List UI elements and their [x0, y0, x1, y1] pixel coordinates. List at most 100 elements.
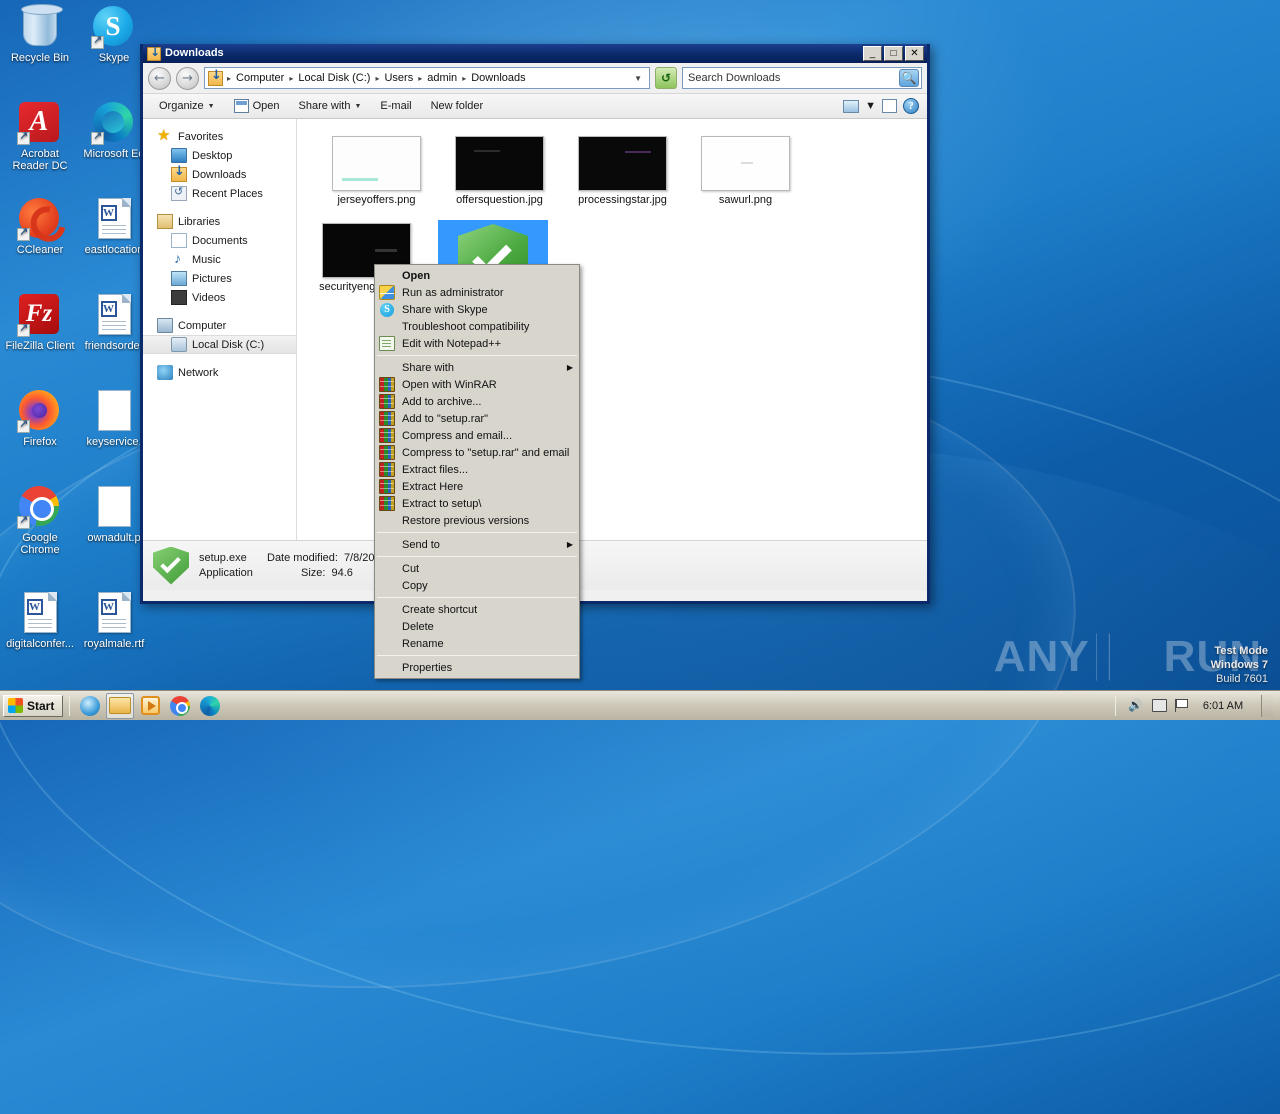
search-icon[interactable]: 🔍 — [899, 69, 919, 87]
context-menu-item-troubleshoot-compatibility[interactable]: Troubleshoot compatibility — [375, 318, 579, 335]
context-menu-item-edit-with-notepadpp[interactable]: Edit with Notepad++ — [375, 335, 579, 352]
command-bar-right: ▼ ? — [843, 98, 919, 114]
winrar-icon — [379, 411, 395, 426]
context-menu-item-extract-files[interactable]: Extract files... — [375, 461, 579, 478]
sidebar-item-network[interactable]: Network — [143, 363, 296, 382]
recent-places-icon — [171, 185, 187, 201]
context-menu-item-share-with[interactable]: Share with ▶ — [375, 359, 579, 376]
refresh-button[interactable]: ↺ — [655, 67, 677, 89]
taskbar-item-google-chrome[interactable] — [166, 693, 194, 719]
window-titlebar[interactable]: Downloads _ □ ✕ — [143, 44, 927, 63]
file-item-processingstar[interactable]: processingstar.jpg — [561, 133, 684, 206]
change-view-icon[interactable] — [843, 99, 860, 113]
context-menu-item-delete[interactable]: Delete — [375, 618, 579, 635]
acrobat-reader-icon: A — [17, 102, 61, 145]
desktop-icon-ccleaner[interactable]: CCleaner — [4, 198, 76, 256]
tray-clock[interactable]: 6:01 AM — [1197, 700, 1249, 712]
flag-icon[interactable] — [1175, 699, 1189, 712]
desktop-icon-acrobat-reader[interactable]: A Acrobat Reader DC — [4, 102, 76, 172]
maximize-button[interactable]: □ — [884, 46, 903, 61]
sidebar-item-recent-places[interactable]: Recent Places — [143, 184, 296, 203]
context-menu-item-send-to[interactable]: Send to ▶ — [375, 536, 579, 553]
sidebar-item-downloads[interactable]: Downloads — [143, 164, 296, 184]
network-icon[interactable] — [1152, 699, 1167, 712]
context-menu-item-label: Extract Here — [402, 480, 464, 493]
sidebar-item-music[interactable]: Music — [143, 250, 296, 269]
context-menu-item-compress-to-setup-rar-and-email[interactable]: Compress to "setup.rar" and email — [375, 444, 579, 461]
new-folder-button[interactable]: New folder — [423, 96, 492, 116]
breadcrumb-computer[interactable]: Computer — [233, 70, 287, 86]
thumbnail-wrap — [315, 133, 438, 191]
help-icon[interactable]: ? — [903, 98, 919, 114]
context-menu-item-label: Add to "setup.rar" — [402, 412, 489, 425]
context-menu-separator — [377, 597, 577, 598]
breadcrumb-separator: ▸ — [375, 73, 380, 83]
minimize-button[interactable]: _ — [863, 46, 882, 61]
taskbar-item-internet-explorer[interactable] — [76, 693, 104, 719]
address-dropdown-icon[interactable]: ▼ — [634, 74, 646, 83]
sidebar-item-videos[interactable]: Videos — [143, 288, 296, 307]
videos-icon — [171, 290, 187, 305]
breadcrumb-local-disk[interactable]: Local Disk (C:) — [295, 70, 373, 86]
show-desktop-button[interactable] — [1261, 694, 1273, 717]
forward-button[interactable]: → — [176, 66, 199, 90]
sidebar-item-libraries[interactable]: Libraries — [143, 212, 296, 231]
context-menu-item-extract-here[interactable]: Extract Here — [375, 478, 579, 495]
context-menu-item-share-with-skype[interactable]: S Share with Skype — [375, 301, 579, 318]
context-menu-item-extract-to-setup[interactable]: Extract to setup\ — [375, 495, 579, 512]
desktop-icon-filezilla[interactable]: Fz FileZilla Client — [4, 294, 76, 352]
organize-button[interactable]: Organize ▼ — [151, 96, 223, 116]
context-menu-item-restore-previous-versions[interactable]: Restore previous versions — [375, 512, 579, 529]
back-button[interactable]: ← — [148, 66, 171, 90]
taskbar-item-windows-explorer[interactable] — [106, 692, 135, 719]
breadcrumb-admin[interactable]: admin — [424, 70, 460, 86]
desktop-icon-recycle-bin[interactable]: Recycle Bin — [4, 4, 76, 64]
email-button[interactable]: E-mail — [372, 96, 419, 116]
context-menu-item-add-to-archive[interactable]: Add to archive... — [375, 393, 579, 410]
open-button[interactable]: Open — [226, 95, 288, 117]
context-menu-item-label: Open — [402, 269, 431, 282]
context-menu-item-compress-and-email[interactable]: Compress and email... — [375, 427, 579, 444]
windows-flag-icon — [8, 698, 23, 713]
context-menu-item-open[interactable]: Open — [375, 267, 579, 284]
start-button[interactable]: Start — [3, 694, 64, 717]
desktop-icon-google-chrome[interactable]: Google Chrome — [4, 486, 76, 556]
breadcrumb-users[interactable]: Users — [381, 70, 416, 86]
desktop-icon-firefox[interactable]: Firefox — [4, 390, 76, 448]
file-item-sawurl[interactable]: sawurl.png — [684, 133, 807, 206]
status-file-type: Application — [199, 567, 253, 579]
sidebar-item-desktop[interactable]: Desktop — [143, 146, 296, 165]
breadcrumb-downloads[interactable]: Downloads — [468, 70, 528, 86]
close-button[interactable]: ✕ — [905, 46, 924, 61]
preview-pane-icon[interactable] — [882, 99, 897, 113]
context-menu-item-properties[interactable]: Properties — [375, 659, 579, 676]
address-bar[interactable]: ▸ Computer ▸ Local Disk (C:) ▸ Users ▸ a… — [204, 67, 650, 89]
context-menu-item-open-with-winrar[interactable]: Open with WinRAR — [375, 376, 579, 393]
taskbar-item-media-player[interactable] — [136, 693, 164, 719]
sidebar-item-label: Local Disk (C:) — [192, 338, 265, 351]
context-menu-item-cut[interactable]: Cut — [375, 560, 579, 577]
share-with-button[interactable]: Share with ▼ — [291, 96, 370, 116]
file-item-jerseyoffers[interactable]: jerseyoffers.png — [315, 133, 438, 206]
internet-explorer-icon — [80, 695, 101, 716]
file-item-offersquestion[interactable]: offersquestion.jpg — [438, 133, 561, 206]
desktop-icon-label: Acrobat Reader DC — [12, 148, 68, 172]
desktop-icon-digitalconference[interactable]: W digitalconfer... — [4, 592, 76, 650]
context-menu-item-create-shortcut[interactable]: Create shortcut — [375, 601, 579, 618]
search-input[interactable]: Search Downloads 🔍 — [682, 67, 922, 89]
google-chrome-icon — [170, 695, 191, 716]
volume-icon[interactable] — [1128, 698, 1144, 714]
context-menu-item-run-as-administrator[interactable]: Run as administrator — [375, 284, 579, 301]
ccleaner-icon — [17, 198, 61, 241]
sidebar-item-favorites[interactable]: Favorites — [143, 126, 296, 146]
sidebar-item-computer[interactable]: Computer — [143, 316, 296, 335]
context-menu-item-copy[interactable]: Copy — [375, 577, 579, 594]
sidebar-item-pictures[interactable]: Pictures — [143, 269, 296, 288]
context-menu-item-rename[interactable]: Rename — [375, 635, 579, 652]
sidebar-item-local-disk[interactable]: Local Disk (C:) — [143, 335, 296, 354]
context-menu-item-add-to-setup-rar[interactable]: Add to "setup.rar" — [375, 410, 579, 427]
sidebar-item-documents[interactable]: Documents — [143, 231, 296, 250]
taskbar-item-microsoft-edge[interactable] — [196, 693, 224, 719]
chevron-down-icon[interactable]: ▼ — [865, 100, 876, 112]
desktop-icon-label: digitalconfer... — [6, 638, 74, 650]
